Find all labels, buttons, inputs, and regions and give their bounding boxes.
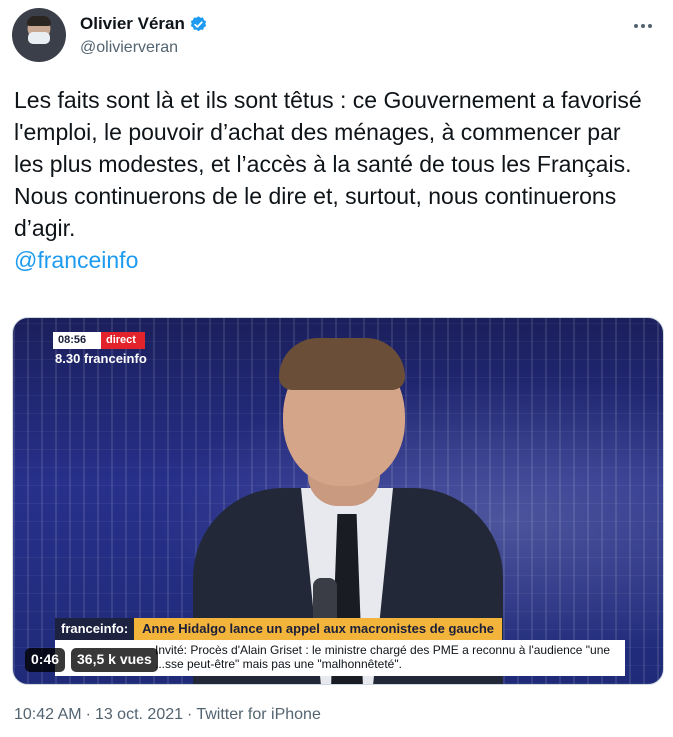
tweet-paragraph: Les faits sont là et ils sont têtus : ce… [14, 87, 642, 177]
meta-separator: · [187, 706, 193, 723]
tweet-meta: 10:42 AM · 13 oct. 2021 · Twitter for iP… [14, 706, 321, 724]
tweet-paragraph: Nous continuerons de le dire et, surtout… [14, 183, 617, 241]
news-banner: franceinfo: Anne Hidalgo lance un appel … [55, 618, 502, 640]
banner-brand: franceinfo: [55, 618, 135, 640]
avatar-hair [27, 16, 51, 26]
name-row: Olivier Véran [80, 14, 208, 34]
view-count: 36,5 k vues [71, 648, 158, 672]
avatar-mask [28, 32, 50, 44]
more-options-icon[interactable] [628, 16, 658, 36]
banner-headline: Anne Hidalgo lance un appel aux macronis… [134, 618, 502, 640]
program-name: 8.30 franceinfo [55, 351, 147, 366]
verified-badge-icon [190, 15, 206, 31]
video-player[interactable]: 08:56 direct 8.30 franceinfo franceinfo:… [12, 317, 664, 685]
live-badge: direct [101, 332, 145, 349]
tweet-header: Olivier Véran @olivierveran [12, 6, 662, 66]
author-name[interactable]: Olivier Véran [80, 14, 185, 34]
avatar[interactable] [12, 8, 66, 62]
tweet-date[interactable]: 13 oct. 2021 [95, 706, 183, 724]
overlay-time: 08:56 [53, 332, 101, 349]
tweet-source[interactable]: Twitter for iPhone [196, 706, 321, 724]
mention-link[interactable]: @franceinfo [14, 244, 654, 276]
tweet-time[interactable]: 10:42 AM [14, 706, 82, 724]
video-duration: 0:46 [25, 648, 66, 672]
tweet-text: Les faits sont là et ils sont têtus : ce… [14, 84, 654, 276]
author-handle[interactable]: @olivierveran [80, 39, 178, 57]
meta-separator: · [85, 706, 91, 723]
hair [279, 338, 405, 390]
